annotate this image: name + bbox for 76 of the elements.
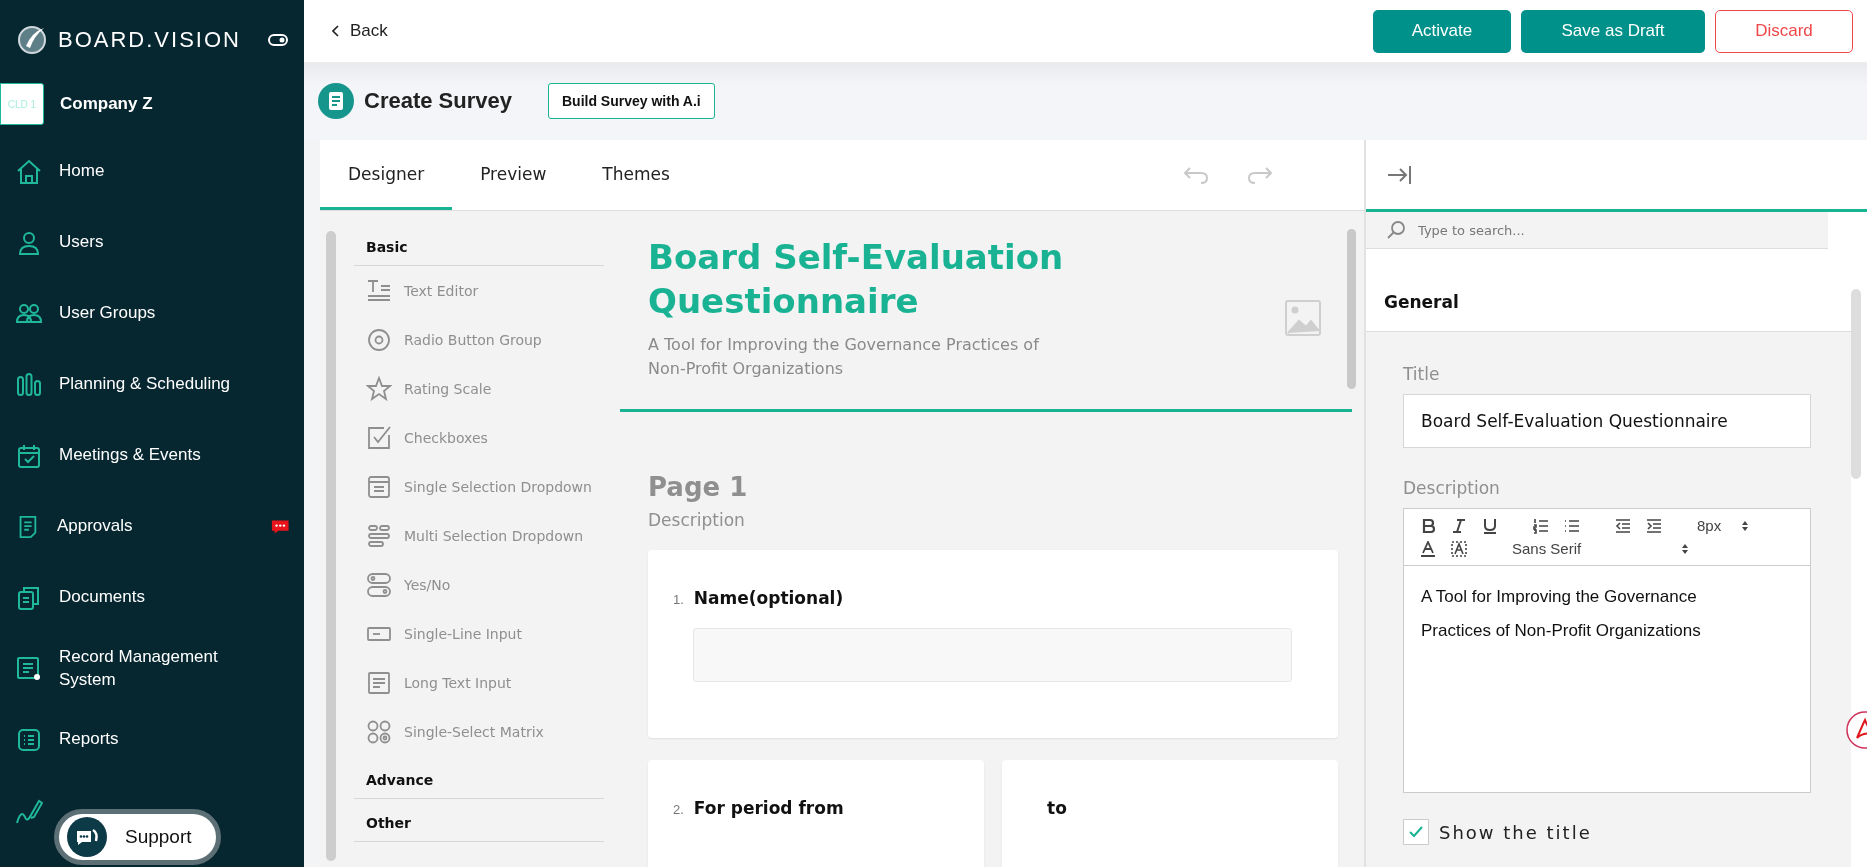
support-button[interactable]: Support bbox=[54, 809, 221, 865]
bars-icon bbox=[15, 370, 43, 399]
scrollbar[interactable] bbox=[1347, 229, 1356, 389]
checkbox-icon bbox=[366, 424, 392, 451]
indent-icon[interactable] bbox=[1646, 517, 1662, 534]
toggle-icon[interactable] bbox=[268, 34, 288, 46]
chevron-left-icon bbox=[332, 25, 340, 37]
question-number: 1. bbox=[673, 592, 684, 608]
question-card[interactable]: to bbox=[1002, 760, 1338, 867]
brand-name: BOARD.VISION bbox=[58, 27, 242, 53]
text-icon bbox=[366, 277, 392, 304]
field-label: Title bbox=[1403, 364, 1441, 384]
font-family-select[interactable]: Sans Serif bbox=[1512, 540, 1690, 557]
tab[interactable]: Preview bbox=[452, 140, 575, 210]
up-down-arrows-icon bbox=[1741, 519, 1750, 532]
question-number: 2. bbox=[673, 802, 684, 818]
checkbox[interactable] bbox=[1403, 819, 1429, 845]
nav-item[interactable]: Planning & Scheduling bbox=[0, 349, 304, 420]
toolbox-category[interactable]: Advance bbox=[354, 756, 604, 799]
scrollbar[interactable] bbox=[1851, 289, 1861, 479]
ai-build-button[interactable]: Build Survey with A.i bbox=[548, 83, 715, 119]
scrollbar[interactable] bbox=[326, 231, 336, 861]
question-card[interactable]: 2. For period from bbox=[648, 760, 984, 867]
tab[interactable]: Designer bbox=[320, 140, 453, 210]
company-name[interactable]: Company Z bbox=[60, 94, 153, 114]
home-icon bbox=[15, 157, 43, 186]
dropdown-icon bbox=[366, 473, 392, 500]
question-title: Name(optional) bbox=[693, 588, 844, 609]
radio-icon bbox=[366, 326, 392, 353]
search-field[interactable]: Type to search... bbox=[1366, 212, 1828, 249]
highlight-icon[interactable] bbox=[1451, 540, 1467, 557]
up-down-arrows-icon bbox=[1681, 542, 1690, 555]
tab[interactable]: Themes bbox=[574, 140, 698, 210]
italic-icon[interactable] bbox=[1451, 517, 1467, 534]
toolbox-category[interactable]: Basic bbox=[354, 211, 604, 266]
nav-item[interactable]: Approvals bbox=[0, 491, 304, 562]
checkbox-label: Show the title bbox=[1439, 821, 1592, 843]
question-card[interactable]: 1. Name(optional) bbox=[648, 550, 1338, 739]
chat-icon bbox=[67, 817, 107, 857]
title-field[interactable]: Board Self-Evaluation Questionnaire bbox=[1403, 394, 1811, 448]
nav-item[interactable]: Record Management System bbox=[0, 633, 304, 704]
collapse-icon[interactable] bbox=[1386, 163, 1412, 186]
nav-item[interactable]: Documents bbox=[0, 562, 304, 633]
discard-button[interactable]: Discard bbox=[1715, 9, 1853, 53]
outdent-icon[interactable] bbox=[1615, 517, 1631, 534]
star-icon bbox=[366, 375, 392, 402]
record-icon bbox=[15, 654, 43, 683]
logo-icon bbox=[16, 24, 48, 56]
field-label: Description bbox=[1403, 478, 1501, 498]
ordered-list-icon[interactable] bbox=[1533, 517, 1549, 534]
action-button[interactable]: Save as Draft bbox=[1521, 9, 1705, 53]
nav-item[interactable]: Home bbox=[0, 136, 304, 207]
question-title: For period from bbox=[693, 798, 844, 819]
nav-item[interactable]: Reports bbox=[0, 704, 304, 775]
matrix-icon bbox=[366, 718, 392, 745]
answer-field[interactable] bbox=[693, 628, 1292, 683]
nav-item[interactable]: Meetings & Events bbox=[0, 420, 304, 491]
survey-icon bbox=[318, 83, 354, 119]
action-button[interactable]: Activate bbox=[1373, 9, 1511, 53]
page-title: Create Survey bbox=[364, 88, 512, 114]
toggle-icon bbox=[366, 571, 392, 598]
font-size-select[interactable]: 8px bbox=[1697, 517, 1750, 534]
nav-item[interactable]: Users bbox=[0, 207, 304, 278]
text-color-icon[interactable] bbox=[1420, 540, 1436, 557]
description-editor[interactable]: A Tool for Improving the Governance Practices of Non-Profit Organizations bbox=[1404, 566, 1810, 792]
checkmark-icon bbox=[1408, 824, 1424, 840]
underline-icon[interactable] bbox=[1482, 517, 1498, 534]
bold-icon[interactable] bbox=[1420, 517, 1436, 534]
text-area-icon bbox=[366, 669, 392, 696]
toolbox-category[interactable]: Other bbox=[354, 799, 604, 842]
question-title: to bbox=[1047, 798, 1067, 819]
list-icon bbox=[366, 522, 392, 549]
company-badge: CLD 1 bbox=[0, 83, 44, 125]
back-link[interactable]: Back bbox=[332, 21, 388, 41]
bullet-list-icon[interactable] bbox=[1564, 517, 1580, 534]
nav-item[interactable]: User Groups bbox=[0, 278, 304, 349]
